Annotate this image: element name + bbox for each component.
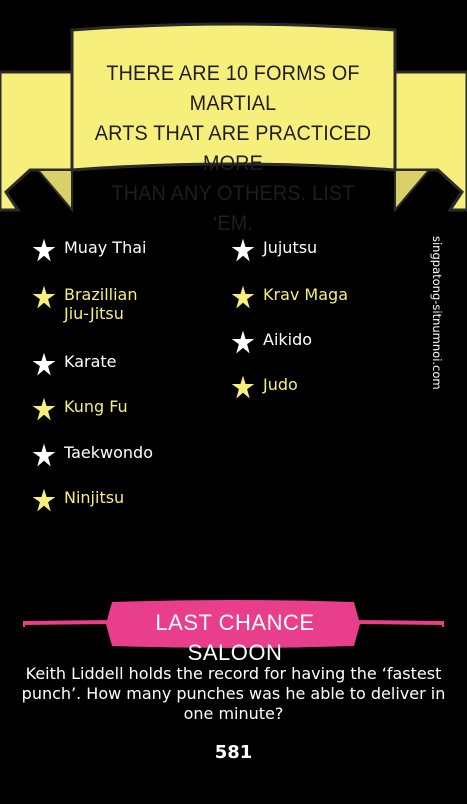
list-item: Aikido — [229, 328, 313, 356]
bonus-answer: 581 — [214, 742, 253, 763]
answer-label: Ninjitsu — [64, 488, 125, 507]
answer-label: Karate — [64, 352, 117, 371]
star-icon — [30, 486, 58, 514]
star-icon — [30, 283, 58, 311]
list-item: Judo — [229, 373, 298, 401]
list-item: Krav Maga — [229, 283, 348, 311]
list-item: Taekwondo — [30, 441, 153, 469]
answer-label: Krav Maga — [263, 285, 348, 304]
star-icon — [229, 236, 257, 264]
star-icon — [229, 328, 257, 356]
list-item: Karate — [30, 350, 117, 378]
answer-label: Aikido — [263, 330, 313, 349]
star-icon — [30, 441, 58, 469]
answer-label: Jujutsu — [263, 238, 318, 257]
answer-label: Judo — [263, 375, 298, 394]
answer-label: Brazillian Jiu-Jitsu — [64, 285, 138, 323]
saloon-title: LAST CHANCE SALOON — [155, 610, 315, 665]
answer-label: Kung Fu — [64, 397, 128, 416]
list-item: Ninjitsu — [30, 486, 125, 514]
star-icon — [30, 236, 58, 264]
star-icon — [30, 350, 58, 378]
list-item: Jujutsu — [229, 236, 318, 264]
banner-question: THERE ARE 10 FORMS OF MARTIAL ARTS THAT … — [94, 61, 372, 235]
star-icon — [229, 283, 257, 311]
list-item: Kung Fu — [30, 395, 128, 423]
bonus-question: Keith Liddell holds the record for havin… — [21, 664, 446, 723]
list-item: Brazillian Jiu-Jitsu — [30, 283, 138, 323]
star-icon — [30, 395, 58, 423]
answer-label: Taekwondo — [64, 443, 153, 462]
list-item: Muay Thai — [30, 236, 147, 264]
source-credit: singpatong-sitnumnoi.com — [430, 236, 444, 390]
answer-label: Muay Thai — [64, 238, 147, 257]
star-icon — [229, 373, 257, 401]
